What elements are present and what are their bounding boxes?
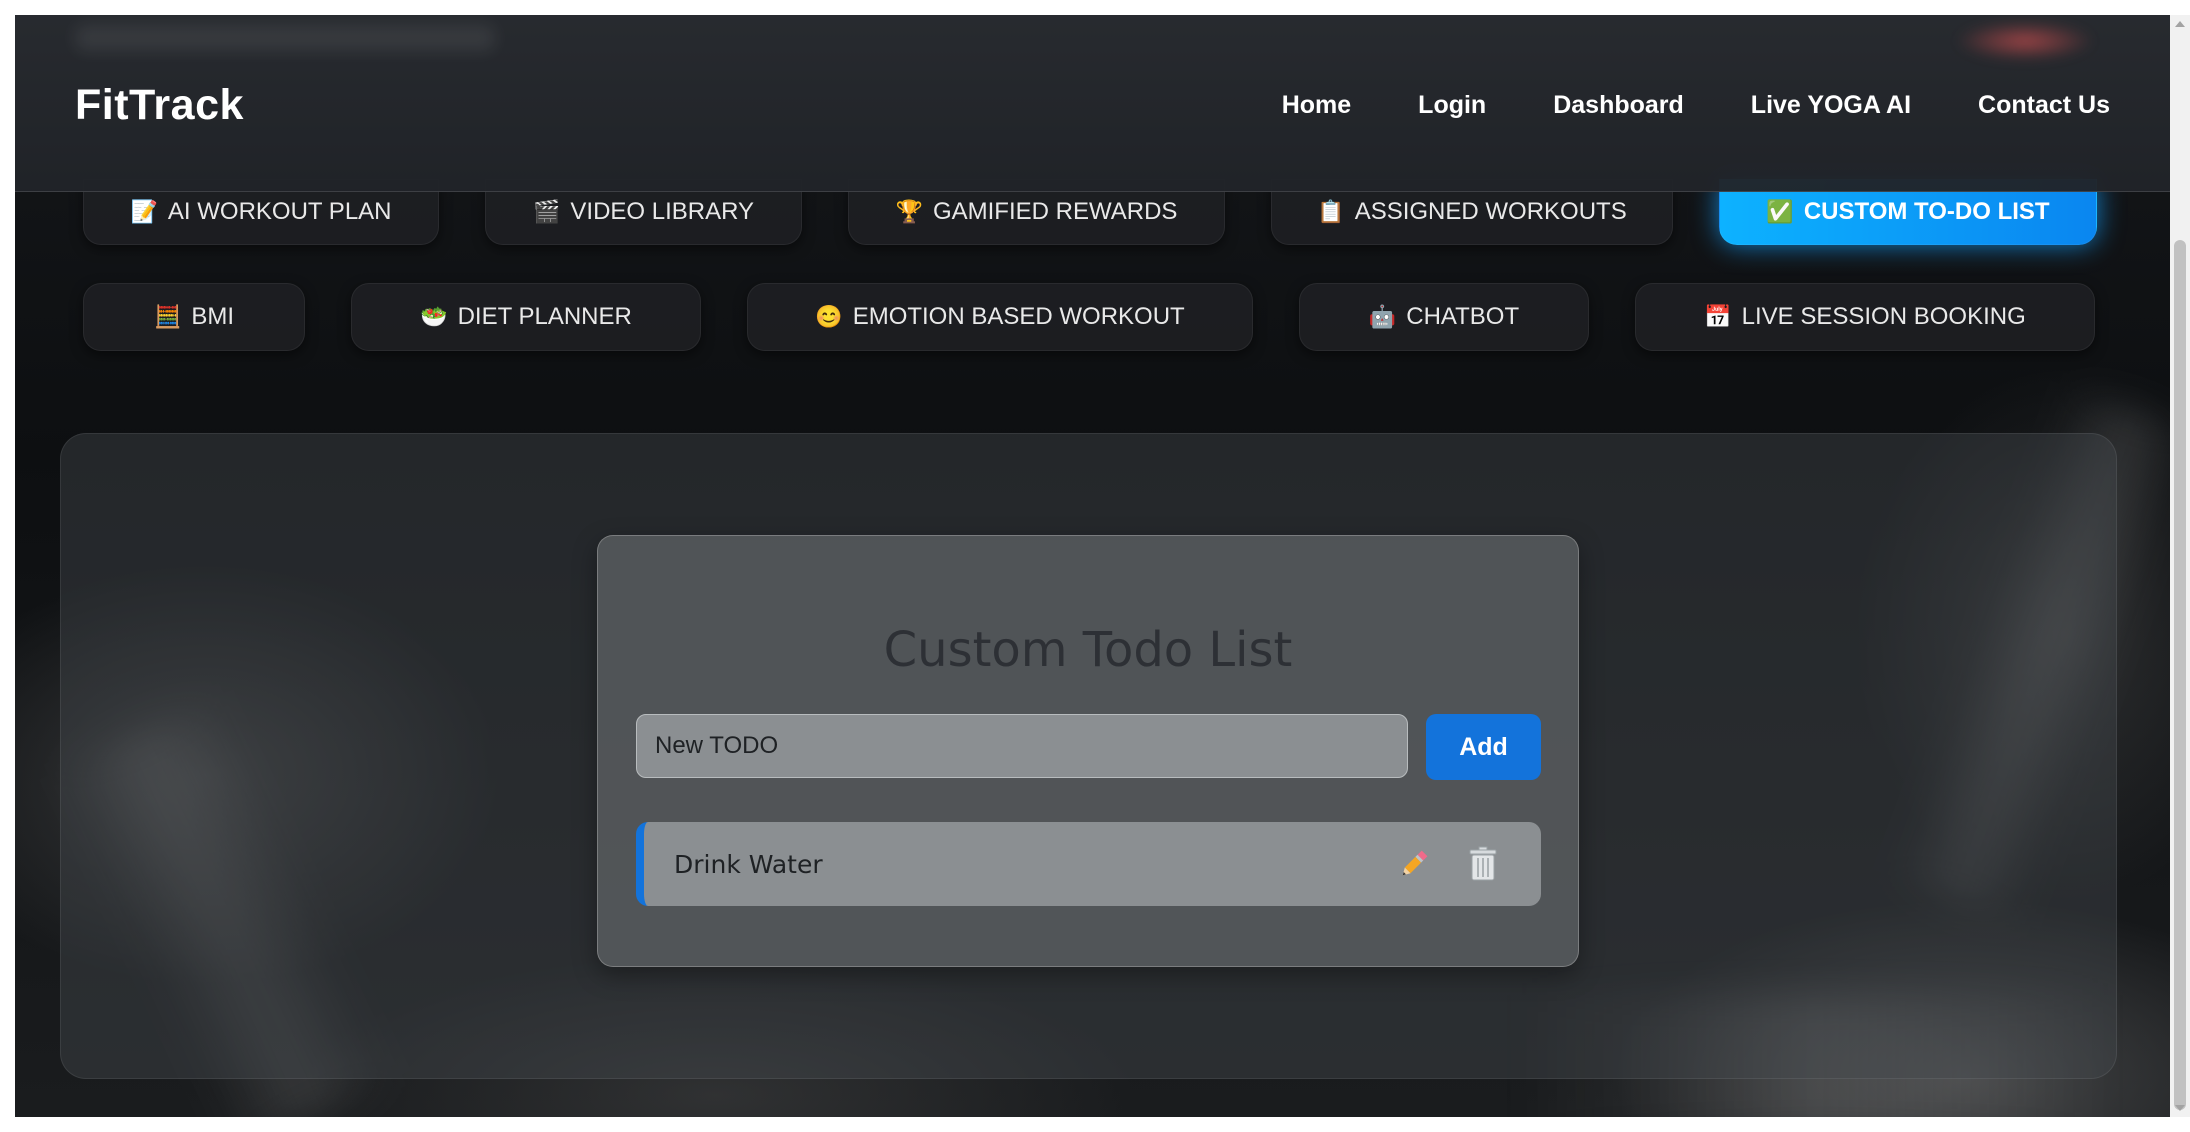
feature-label: CUSTOM TO-DO LIST	[1803, 198, 2050, 225]
nav-link-dashboard[interactable]: Dashboard	[1553, 91, 1684, 120]
clapper-icon: 🎬	[532, 199, 561, 224]
brand-logo[interactable]: FitTrack	[75, 81, 244, 130]
navbar-background-blur	[1955, 21, 2095, 61]
scroll-up-icon[interactable]	[2175, 21, 2185, 27]
calendar-icon: 📅	[1704, 304, 1732, 329]
robot-icon: 🤖	[1368, 304, 1397, 329]
abacus-icon: 🧮	[153, 304, 182, 329]
memo-icon: 📝	[130, 199, 158, 224]
checkmark-icon: ✅	[1766, 199, 1794, 224]
feature-button-bmi[interactable]: 🧮 BMI	[83, 283, 305, 351]
feature-label: BMI	[191, 303, 235, 330]
feature-button-emotion-based-workout[interactable]: 😊 EMOTION BASED WORKOUT	[747, 283, 1253, 351]
feature-row-2: 🧮 BMI 🥗 DIET PLANNER 😊 EMOTION BASED WOR…	[83, 283, 2095, 351]
feature-button-chatbot[interactable]: 🤖 CHATBOT	[1299, 283, 1589, 351]
app-viewport: FitTrack Home Login Dashboard Live YOGA …	[15, 15, 2170, 1117]
feature-label: AI WORKOUT PLAN	[167, 198, 392, 225]
page-scrollbar[interactable]	[2170, 15, 2190, 1117]
pencil-icon[interactable]	[1396, 846, 1432, 882]
todo-item-text: Drink Water	[674, 849, 823, 879]
navbar: FitTrack Home Login Dashboard Live YOGA …	[15, 15, 2170, 192]
feature-label: ASSIGNED WORKOUTS	[1354, 198, 1627, 225]
add-todo-button[interactable]: Add	[1426, 714, 1541, 780]
todo-item: Drink Water	[636, 822, 1541, 906]
nav-link-live-yoga-ai[interactable]: Live YOGA AI	[1751, 91, 1911, 120]
navbar-background-blur	[75, 25, 495, 51]
feature-label: VIDEO LIBRARY	[570, 198, 755, 225]
feature-label: CHATBOT	[1406, 303, 1520, 330]
feature-label: LIVE SESSION BOOKING	[1741, 303, 2026, 330]
trash-icon[interactable]	[1468, 846, 1498, 882]
feature-label: GAMIFIED REWARDS	[932, 198, 1178, 225]
feature-label: DIET PLANNER	[457, 303, 632, 330]
nav-links: Home Login Dashboard Live YOGA AI Contac…	[1282, 91, 2110, 120]
trophy-icon: 🏆	[895, 199, 923, 224]
todo-card: Custom Todo List Add Drink Water	[597, 535, 1579, 967]
feature-label: EMOTION BASED WORKOUT	[852, 303, 1185, 330]
feature-button-diet-planner[interactable]: 🥗 DIET PLANNER	[351, 283, 701, 351]
feature-row-1: 📝 AI WORKOUT PLAN 🎬 VIDEO LIBRARY 🏆 GAMI…	[83, 179, 2097, 245]
nav-link-login[interactable]: Login	[1418, 91, 1486, 120]
nav-link-contact-us[interactable]: Contact Us	[1978, 91, 2110, 120]
todo-title: Custom Todo List	[883, 622, 1293, 678]
scrollbar-thumb[interactable]	[2174, 240, 2186, 1110]
smile-icon: 😊	[815, 304, 843, 329]
nav-link-home[interactable]: Home	[1282, 91, 1351, 120]
scroll-down-icon[interactable]	[2175, 1105, 2185, 1111]
clipboard-icon: 📋	[1317, 199, 1345, 224]
salad-icon: 🥗	[420, 304, 448, 329]
feature-button-live-session-booking[interactable]: 📅 LIVE SESSION BOOKING	[1635, 283, 2095, 351]
new-todo-input[interactable]	[636, 714, 1408, 778]
